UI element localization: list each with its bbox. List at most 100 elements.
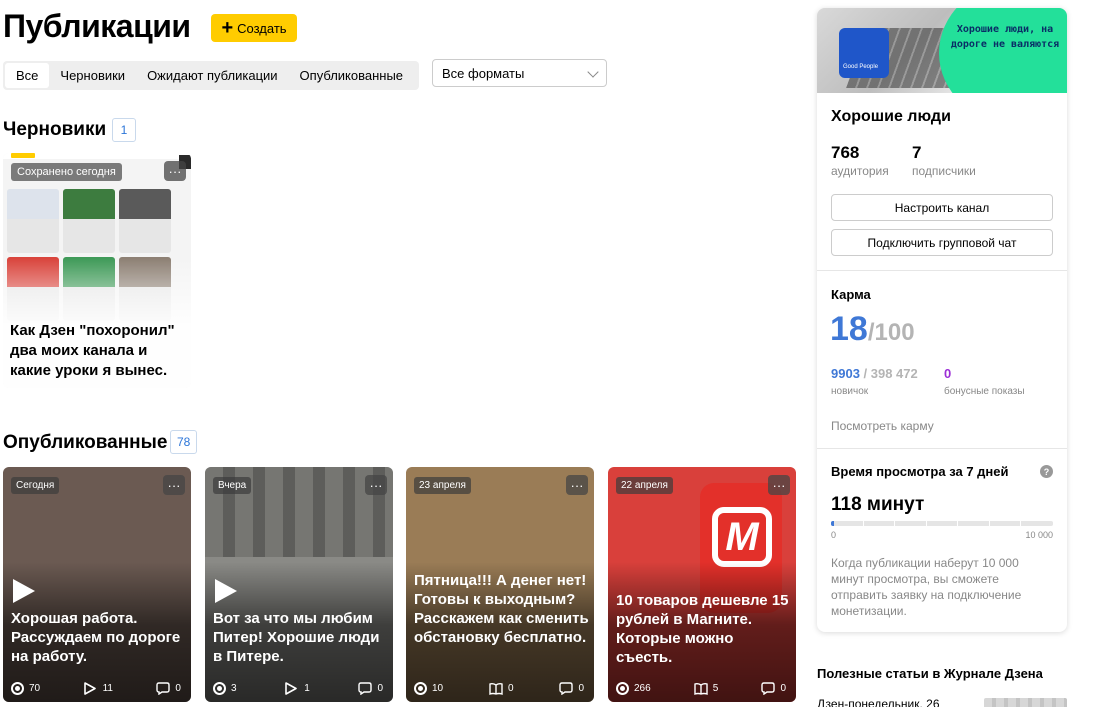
channel-name: Хорошие люди	[831, 108, 951, 125]
play-icon	[285, 681, 299, 695]
card-stats: 70 11 0	[3, 674, 191, 702]
chevron-down-icon	[587, 66, 599, 78]
format-select[interactable]: Все форматы	[432, 59, 607, 87]
divider	[817, 448, 1067, 449]
second-stat: 0	[489, 682, 514, 695]
karma-rank: 9903 / 398 472	[831, 366, 918, 381]
draft-card[interactable]: Сохранено сегодня ··· Как Дзен "похорони…	[3, 153, 191, 388]
useful-article-link[interactable]: Дзен-понедельник. 26	[817, 697, 940, 707]
views-stat: 266	[616, 681, 651, 695]
mini-card	[63, 189, 115, 253]
create-button[interactable]: + Создать	[211, 14, 297, 42]
card-stats: 10 0 0	[406, 674, 594, 702]
comments-stat: 0	[156, 681, 181, 695]
progress-min-label: 0	[831, 530, 837, 540]
cover-motto: Хорошие люди, на дороге не валяются	[950, 24, 1060, 50]
date-badge: Сегодня	[11, 477, 60, 494]
channel-logo: Good People	[839, 28, 889, 78]
view-karma-link[interactable]: Посмотреть карму	[831, 419, 934, 433]
second-stat: 11	[83, 681, 113, 695]
channel-cover: Good People Хорошие люди, на дороге не в…	[817, 8, 1067, 93]
tab-published[interactable]: Опубликованные	[289, 63, 415, 88]
comment-icon	[761, 681, 776, 695]
subscribers-label: подписчики	[912, 164, 976, 178]
connect-chat-button[interactable]: Подключить групповой чат	[831, 229, 1053, 256]
audience-count: 768	[831, 143, 860, 162]
create-button-label: Создать	[237, 20, 287, 36]
audience-label: аудитория	[831, 164, 889, 178]
published-section-title: Опубликованные	[3, 432, 168, 453]
karma-score: 18/100	[830, 310, 915, 348]
published-title[interactable]: 10 товаров дешевле 15 рублей в Магните. …	[616, 591, 792, 667]
more-icon[interactable]: ···	[566, 475, 588, 495]
tab-drafts[interactable]: Черновики	[49, 63, 136, 88]
play-icon	[83, 681, 98, 695]
date-badge: 23 апреля	[414, 477, 471, 494]
watch-progress-ticks	[831, 521, 1053, 526]
comments-stat: 0	[761, 681, 786, 695]
card-stats: 3 1 0	[205, 674, 393, 702]
tab-all[interactable]: Все	[5, 63, 50, 88]
play-icon[interactable]	[13, 579, 35, 603]
tab-scheduled[interactable]: Ожидают публикации	[136, 63, 288, 88]
eye-icon	[213, 681, 226, 695]
mini-card	[119, 189, 171, 253]
watch-time-value: 118 минут	[831, 494, 925, 515]
play-icon[interactable]	[215, 579, 237, 603]
monetization-note: Когда публикации наберут 10 000 минут пр…	[831, 556, 1022, 618]
published-title[interactable]: Хорошая работа. Рассуждаем по дороге на …	[11, 609, 187, 666]
drafts-section-title: Черновики	[3, 119, 107, 140]
publication-tabs: Все Черновики Ожидают публикации Опублик…	[3, 61, 419, 90]
comment-icon	[358, 681, 373, 695]
divider	[817, 270, 1067, 271]
page-title: Публикации	[3, 8, 191, 44]
book-icon	[694, 682, 708, 695]
more-icon[interactable]: ···	[768, 475, 790, 495]
comment-icon	[559, 681, 574, 695]
karma-label: Карма	[831, 287, 871, 302]
published-card[interactable]: M 22 апреля ··· 10 товаров дешевле 15 рубле…	[608, 467, 796, 702]
bonus-impressions-count: 0	[944, 366, 952, 381]
date-badge: 22 апреля	[616, 477, 673, 494]
date-badge: Вчера	[213, 477, 252, 494]
comments-stat: 0	[559, 681, 584, 695]
drafts-count-badge[interactable]: 1	[112, 118, 136, 142]
published-title[interactable]: Пятница!!! А денег нет! Готовы к выходны…	[414, 571, 590, 647]
draft-preview-tag	[11, 153, 35, 158]
comment-icon	[156, 681, 171, 695]
watch-time-title: Время просмотра за 7 дней	[831, 464, 1009, 479]
second-stat: 1	[285, 681, 310, 695]
eye-icon	[414, 681, 427, 695]
saved-badge: Сохранено сегодня	[11, 163, 122, 181]
subscribers-count: 7	[912, 143, 922, 162]
mini-card	[7, 189, 59, 253]
published-card[interactable]: Сегодня ··· Хорошая работа. Рассуждаем по …	[3, 467, 191, 702]
useful-article-thumb	[984, 698, 1067, 707]
help-icon[interactable]: ?	[1040, 465, 1053, 478]
setup-channel-button[interactable]: Настроить канал	[831, 194, 1053, 221]
more-icon[interactable]: ···	[365, 475, 387, 495]
card-stats: 266 5 0	[608, 674, 796, 702]
progress-max-label: 10 000	[1025, 530, 1053, 540]
views-stat: 3	[213, 681, 237, 695]
comments-stat: 0	[358, 681, 383, 695]
second-stat: 5	[694, 682, 718, 695]
published-card[interactable]: Вчера ··· Вот за что мы любим Питер! Хорош…	[205, 467, 393, 702]
eye-icon	[11, 681, 24, 695]
channel-sidebar: Good People Хорошие люди, на дороге не в…	[817, 8, 1067, 632]
views-stat: 70	[11, 681, 40, 695]
published-count-badge[interactable]: 78	[170, 430, 198, 454]
more-icon[interactable]: ···	[163, 475, 185, 495]
draft-title[interactable]: Как Дзен "похоронил" два моих канала и к…	[10, 321, 188, 381]
book-icon	[489, 682, 503, 695]
karma-rank-label: новичок	[831, 386, 869, 397]
published-card[interactable]: 23 апреля ··· Пятница!!! А денег нет! Гото…	[406, 467, 594, 702]
eye-icon	[616, 681, 629, 695]
magnit-m-icon: M	[712, 507, 772, 567]
published-title[interactable]: Вот за что мы любим Питер! Хорошие люди …	[213, 609, 389, 666]
useful-articles-title: Полезные статьи в Журнале Дзена	[817, 666, 1043, 681]
format-select-value: Все форматы	[442, 65, 525, 81]
more-icon[interactable]: ···	[164, 161, 186, 181]
plus-icon: +	[221, 17, 234, 39]
views-stat: 10	[414, 681, 443, 695]
